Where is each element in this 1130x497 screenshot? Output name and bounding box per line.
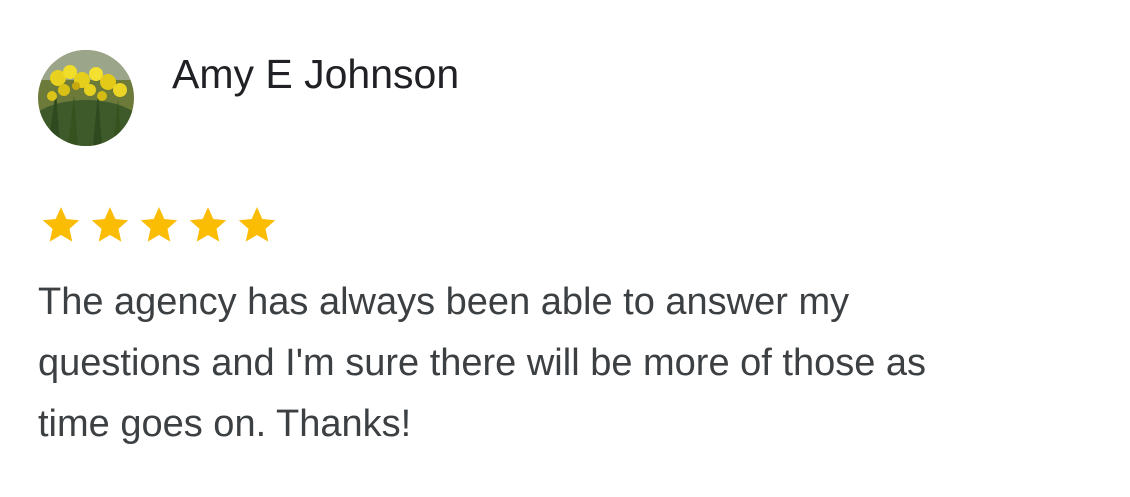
star-icon <box>42 207 80 242</box>
review-text-line: questions and I'm sure there will be mor… <box>38 342 927 384</box>
star-rating <box>38 204 280 246</box>
star-icon <box>91 207 129 242</box>
review-card: Amy E Johnson The agency has always been… <box>0 0 1130 497</box>
star-icon <box>189 207 227 242</box>
daffodil-photo-avatar-icon <box>38 50 134 146</box>
review-text: The agency has always been able to answe… <box>38 272 1098 455</box>
avatar[interactable] <box>38 50 134 146</box>
reviewer-name[interactable]: Amy E Johnson <box>172 50 459 98</box>
review-text-line: time goes on. Thanks! <box>38 403 412 445</box>
star-icon <box>140 207 178 242</box>
review-text-line: The agency has always been able to answe… <box>38 281 850 323</box>
star-icon <box>238 207 276 242</box>
